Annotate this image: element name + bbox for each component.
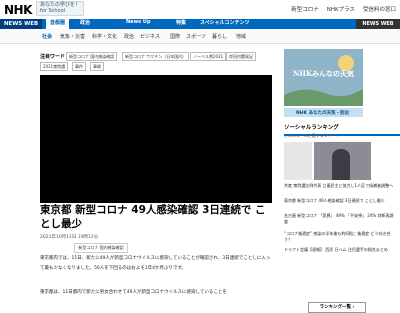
- video-player[interactable]: [40, 75, 272, 203]
- social-ranking-subtitle: このニュースに関するツイート: [284, 133, 340, 138]
- nav-tab-feature[interactable]: 特集: [176, 19, 186, 29]
- news-web-easy-link[interactable]: NEWS WEB EASY: [356, 19, 400, 37]
- ranking-item[interactable]: ドラフト会議【速報】 西武 日ハム 注目選手の指名まとめ: [284, 247, 396, 253]
- article-body-2: 東京都は、11日都内で新たに男女合わせて49人が新型コロナウイルスに感染している…: [40, 290, 227, 295]
- topic-label: 注目ワード: [40, 54, 66, 60]
- category-politics[interactable]: 政治: [124, 33, 134, 40]
- category-bar: 社会 気象・災害 科学・文化 政治 ビジネス 国際 スポーツ 暮らし 地域: [0, 29, 400, 44]
- bousai-banner-text: NHK あなたの天気・防災: [296, 111, 350, 116]
- ranking-item[interactable]: “コロナ後遺症” 感染の半年後も約6割に 後遺症 どう向き合う？: [284, 231, 396, 242]
- fee-link[interactable]: 受信料の窓口: [363, 5, 396, 13]
- nav-tab-shutoken[interactable]: 首都圏: [46, 19, 70, 29]
- nhk-logo[interactable]: NHK: [4, 3, 32, 17]
- nav-tab-news-up[interactable]: News Up: [126, 19, 151, 29]
- nav-tab-politics[interactable]: 政治: [80, 19, 90, 29]
- category-society[interactable]: 社会: [42, 33, 52, 40]
- nhk-plus-link[interactable]: NHKプラス: [327, 5, 355, 13]
- category-science[interactable]: 科学・文化: [92, 33, 117, 40]
- topic-tag[interactable]: ノーベル賞2021: [190, 52, 227, 61]
- topic-tag[interactable]: 事故: [90, 62, 104, 71]
- school-line-2: for School: [40, 8, 66, 14]
- main-nav: NEWS WEB 首都圏 政治 News Up 特集 スペシャルコンテンツ NE…: [0, 19, 400, 37]
- header-links: 新型コロナ NHKプラス 受信料の窓口: [291, 5, 396, 13]
- covid-link[interactable]: 新型コロナ: [291, 5, 319, 13]
- bousai-banner[interactable]: NHK あなたの天気・防災: [284, 108, 363, 117]
- article-body: 東京都内では、11日、新たに49人が新型コロナウイルスに感染していることが確認さ…: [40, 256, 271, 271]
- category-business[interactable]: ビジネス: [140, 33, 160, 40]
- tweet-thumbnail[interactable]: [284, 142, 312, 180]
- topic-tag[interactable]: 岸田内閣発足: [226, 52, 256, 61]
- ranking-item[interactable]: 名古屋 新型コロナ 「変異」 49% 「不安視」 24% 判断再調査: [284, 213, 396, 224]
- ad-text: NHKみんなの天気: [292, 69, 355, 78]
- topic-tag[interactable]: 新型コロナ 国内感染確認: [66, 52, 118, 61]
- topic-tag[interactable]: 新型コロナ ワクチン（日本国内）: [122, 52, 190, 61]
- article-date: 2021年10月11日 19時12分: [40, 235, 99, 240]
- nhk-for-school-link[interactable]: あなたの学びを！ for School: [36, 1, 84, 16]
- person-image: [332, 149, 350, 180]
- category-international[interactable]: 国際: [170, 33, 180, 40]
- article-title: 東京都 新型コロナ 49人感染確認 3日連続で ことし最少: [40, 204, 266, 230]
- category-weather[interactable]: 気象・災害: [60, 33, 85, 40]
- ranking-list-button[interactable]: ランキング一覧 ›: [308, 302, 366, 313]
- category-sports[interactable]: スポーツ: [186, 33, 206, 40]
- topic-tag[interactable]: 事件: [72, 62, 86, 71]
- category-living[interactable]: 暮らし: [212, 33, 227, 40]
- tweet-photo[interactable]: [314, 142, 371, 180]
- ranking-item[interactable]: 共産 衆院選比例代表 立憲民主と協力し1人区で候補者調整へ: [284, 183, 396, 189]
- topic-tag[interactable]: 2021衆院選: [40, 62, 69, 71]
- related-topic-button[interactable]: 新型コロナ 国内感染確認: [74, 243, 128, 253]
- nav-tab-special[interactable]: スペシャルコンテンツ: [200, 19, 250, 29]
- newsweb-home-link[interactable]: NEWS WEB: [0, 19, 42, 29]
- ranking-item[interactable]: 東京都 新型コロナ 49人感染確認 3日連続で ことし最少: [284, 198, 396, 204]
- weather-ad-banner[interactable]: NHKみんなの天気: [284, 49, 363, 106]
- top-header: NHK あなたの学びを！ for School 新型コロナ NHKプラス 受信料…: [0, 0, 400, 19]
- category-region[interactable]: 地域: [236, 33, 246, 40]
